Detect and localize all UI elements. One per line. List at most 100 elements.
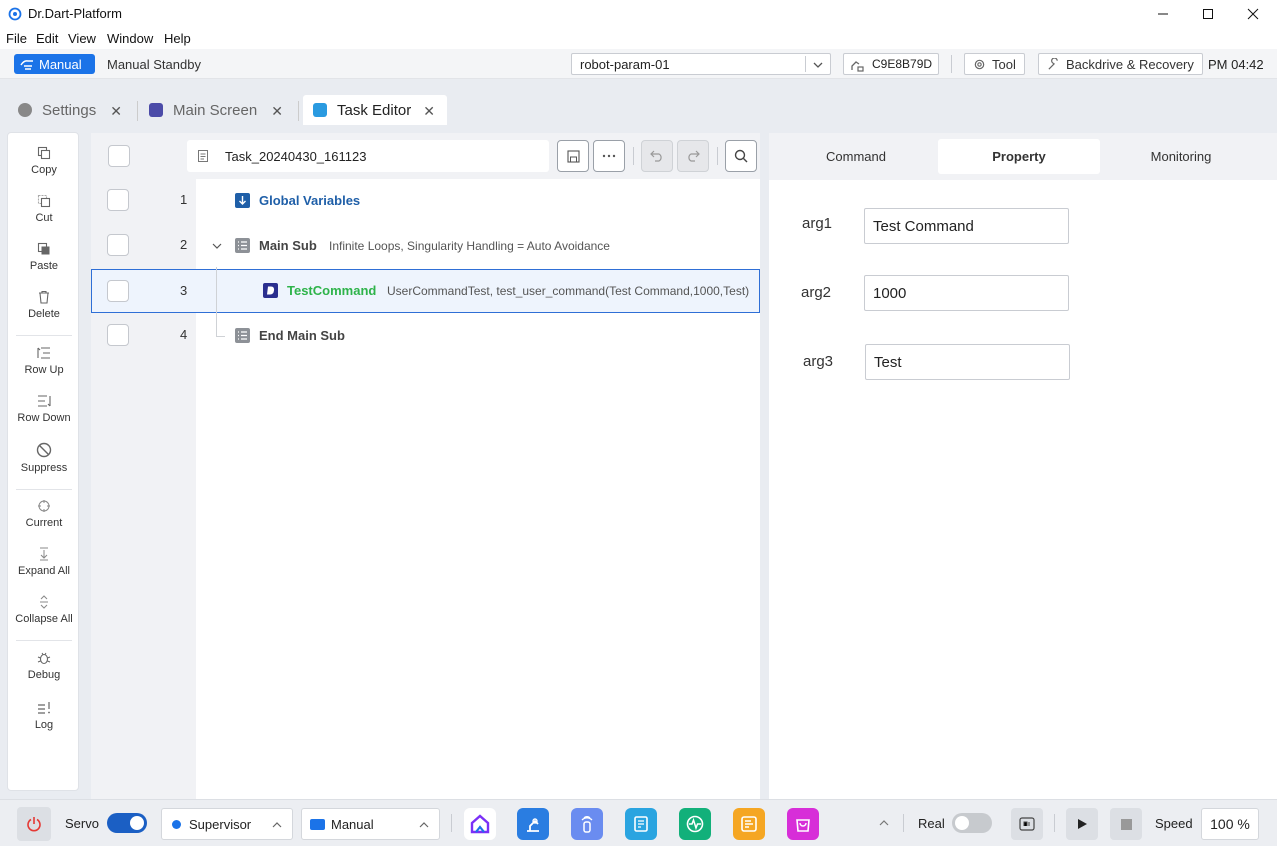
undo-button[interactable] xyxy=(641,140,673,172)
tab-monitoring[interactable]: Monitoring xyxy=(1100,139,1262,174)
tab-main-screen[interactable]: Main Screen ✕ xyxy=(139,95,295,125)
bottom-bar: Servo Supervisor Manual Real Speed 100 % xyxy=(0,799,1277,846)
redo-button[interactable] xyxy=(677,140,709,172)
monitoring-app-icon[interactable] xyxy=(679,808,711,840)
menu-view[interactable]: View xyxy=(68,31,96,46)
backdrive-label: Backdrive & Recovery xyxy=(1066,56,1194,72)
servo-toggle[interactable] xyxy=(107,813,147,833)
expand-all-button[interactable]: Expand All xyxy=(8,547,80,577)
tab-command[interactable]: Command xyxy=(775,139,937,174)
menu-file[interactable]: File xyxy=(6,31,27,46)
tab-property[interactable]: Property xyxy=(938,139,1100,174)
close-icon[interactable]: ✕ xyxy=(271,103,283,120)
save-button[interactable] xyxy=(557,140,589,172)
select-all-checkbox[interactable] xyxy=(108,145,130,167)
close-icon xyxy=(1247,8,1259,20)
tab-label: Task Editor xyxy=(337,101,412,119)
play-button[interactable] xyxy=(1066,808,1098,840)
row-label: Main Sub xyxy=(259,238,317,253)
home-app-icon[interactable] xyxy=(464,808,496,840)
window-title: Dr.Dart-Platform xyxy=(28,6,122,21)
tab-bar: Settings ✕ Main Screen ✕ Task Editor ✕ xyxy=(0,89,1277,127)
status-bar: Manual Manual Standby robot-param-01 C9E… xyxy=(0,49,1277,79)
row-up-button[interactable]: Row Up xyxy=(8,346,80,376)
tool-label: Tool xyxy=(992,56,1016,72)
current-button[interactable]: Current xyxy=(8,499,80,529)
menu-edit[interactable]: Edit xyxy=(36,31,58,46)
robot-param-select[interactable]: robot-param-01 xyxy=(571,53,831,75)
backdrive-recovery-button[interactable]: Backdrive & Recovery xyxy=(1038,53,1203,75)
power-button[interactable] xyxy=(17,807,51,841)
panel-tabs: Command Property Monitoring xyxy=(769,133,1277,180)
wrench-icon xyxy=(1048,57,1058,70)
row-number: 3 xyxy=(180,283,188,298)
tab-settings[interactable]: Settings ✕ xyxy=(8,95,134,125)
teach-pendant-app-icon[interactable] xyxy=(571,808,603,840)
stop-button[interactable] xyxy=(1110,808,1142,840)
chevron-down-icon[interactable] xyxy=(211,240,223,252)
task-editor-app-icon[interactable] xyxy=(625,808,657,840)
menu-window[interactable]: Window xyxy=(107,31,153,46)
real-toggle[interactable] xyxy=(952,813,992,833)
3d-view-button[interactable] xyxy=(1011,808,1043,840)
row-checkbox[interactable] xyxy=(107,280,129,302)
task-row-selected[interactable]: 3 TestCommand UserCommandTest, test_user… xyxy=(91,269,760,313)
property-panel: Command Property Monitoring arg1 Test Co… xyxy=(769,133,1277,799)
arg2-input[interactable]: 1000 xyxy=(864,275,1069,311)
copy-button[interactable]: Copy xyxy=(8,146,80,176)
chevron-up-icon xyxy=(419,822,429,828)
debug-button[interactable]: Debug xyxy=(8,651,80,681)
menu-help[interactable]: Help xyxy=(164,31,191,46)
row-up-icon xyxy=(37,347,50,359)
app-logo-icon xyxy=(8,7,22,21)
stop-icon xyxy=(1120,818,1132,830)
delete-button[interactable]: Delete xyxy=(8,290,80,320)
row-down-button[interactable]: Row Down xyxy=(8,394,80,424)
row-checkbox[interactable] xyxy=(107,324,129,346)
serial-field[interactable]: C9E8B79D xyxy=(843,53,939,75)
maximize-button[interactable] xyxy=(1185,0,1231,28)
row-up-label: Row Up xyxy=(24,364,64,376)
cut-button[interactable]: Cut xyxy=(8,194,80,224)
user-level-select[interactable]: Supervisor xyxy=(161,808,293,840)
task-row[interactable]: 1 Global Variables xyxy=(91,178,760,222)
tool-button[interactable]: Tool xyxy=(964,53,1025,75)
speed-value[interactable]: 100 % xyxy=(1201,808,1259,840)
store-app-icon[interactable] xyxy=(787,808,819,840)
speed-label: Speed xyxy=(1155,816,1193,831)
editor-header: Task_20240430_161123 xyxy=(91,133,760,179)
notes-app-icon[interactable] xyxy=(733,808,765,840)
op-mode-select[interactable]: Manual xyxy=(301,808,440,840)
task-row[interactable]: 4 End Main Sub xyxy=(91,313,760,357)
mode-label: Manual xyxy=(39,56,82,72)
task-name-field[interactable]: Task_20240430_161123 xyxy=(187,140,549,172)
arg1-input[interactable]: Test Command xyxy=(864,208,1069,244)
log-label: Log xyxy=(34,719,54,731)
cut-label: Cut xyxy=(35,212,53,224)
close-button[interactable] xyxy=(1230,0,1276,28)
manual-hand-icon xyxy=(20,60,33,70)
paste-icon xyxy=(37,242,50,255)
log-button[interactable]: Log xyxy=(8,701,80,731)
paste-button[interactable]: Paste xyxy=(8,242,80,272)
chevron-down-icon xyxy=(813,62,823,68)
more-button[interactable] xyxy=(593,140,625,172)
mode-badge[interactable]: Manual xyxy=(14,54,95,74)
row-checkbox[interactable] xyxy=(107,189,129,211)
tab-task-editor[interactable]: Task Editor ✕ xyxy=(303,95,447,125)
row-checkbox[interactable] xyxy=(107,234,129,256)
servo-label: Servo xyxy=(65,816,99,831)
power-icon xyxy=(27,817,41,832)
list-icon xyxy=(235,328,250,343)
suppress-button[interactable]: Suppress xyxy=(8,442,80,474)
save-icon xyxy=(566,149,580,163)
robot-arm-app-icon[interactable] xyxy=(517,808,549,840)
search-button[interactable] xyxy=(725,140,757,172)
close-icon[interactable]: ✕ xyxy=(110,103,122,120)
close-icon[interactable]: ✕ xyxy=(423,103,435,120)
task-row[interactable]: 2 Main Sub Infinite Loops, Singularity H… xyxy=(91,223,760,267)
arg3-input[interactable]: Test xyxy=(865,344,1070,380)
collapse-all-button[interactable]: Collapse All xyxy=(8,595,80,625)
minimize-button[interactable] xyxy=(1140,0,1186,28)
chevron-up-icon[interactable] xyxy=(878,818,890,828)
